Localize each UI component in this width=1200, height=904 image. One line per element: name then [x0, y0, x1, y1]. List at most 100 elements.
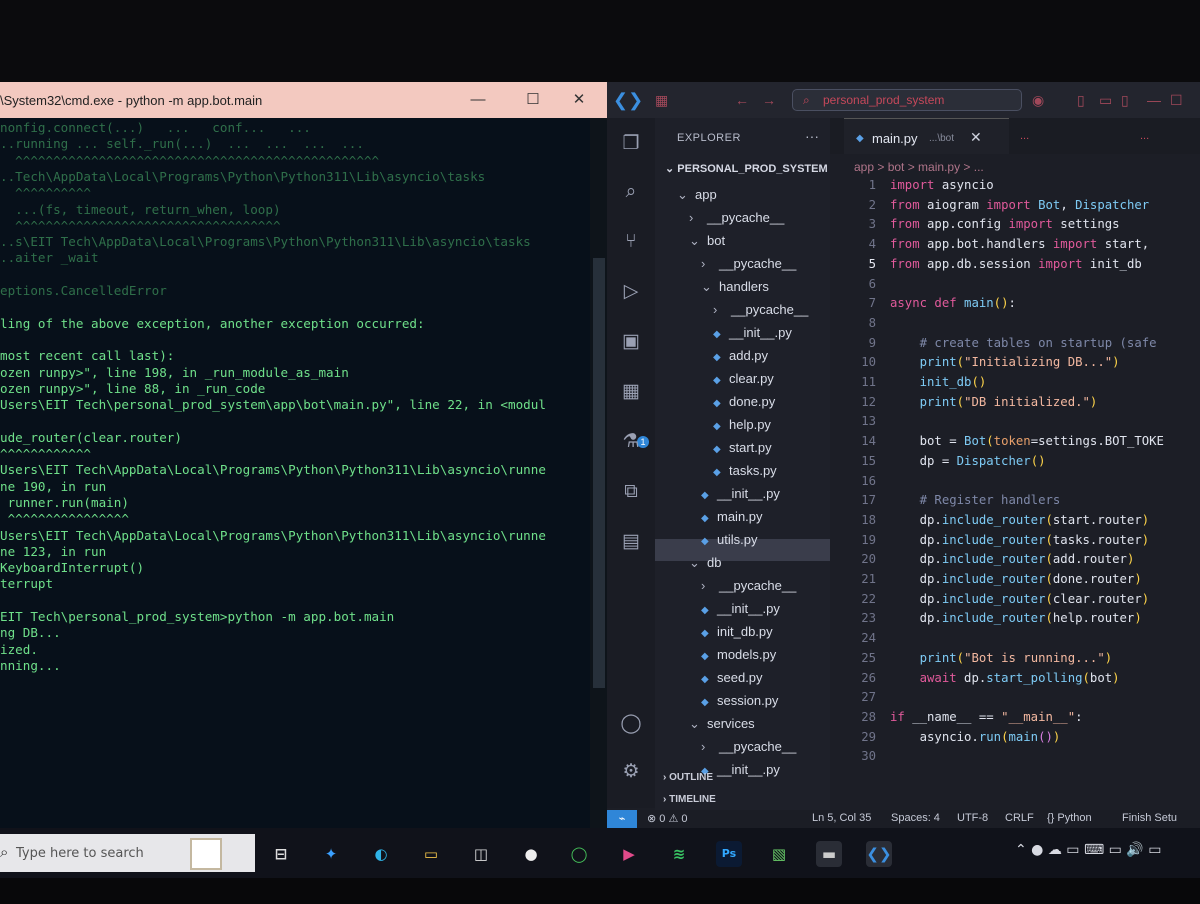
- language-mode[interactable]: {} Python: [1047, 812, 1092, 824]
- tree-file-item[interactable]: ◆ __init__.py: [713, 325, 792, 340]
- tree-folder-item[interactable]: › __pycache__: [701, 578, 796, 593]
- cmd-output[interactable]: nonfig.connect(...) ... conf... ... ..run…: [0, 118, 590, 828]
- tree-file-item[interactable]: ◆ main.py: [701, 509, 763, 524]
- tree-file-item[interactable]: ◆ help.py: [713, 417, 771, 432]
- vscode-app-icon[interactable]: ❮❯: [866, 841, 892, 867]
- finish-setup-button[interactable]: Finish Setu: [1122, 812, 1177, 824]
- source-control-icon[interactable]: ⑂: [619, 230, 643, 254]
- system-tray[interactable]: ⌃ ● ☁ ▭ ⌨ ▭ 🔊 ▭: [1015, 842, 1161, 858]
- window-maximize-icon[interactable]: ☐: [1170, 92, 1183, 109]
- tree-file-item[interactable]: ◆ init_db.py: [701, 624, 773, 639]
- back-arrow-icon[interactable]: ←: [735, 92, 749, 108]
- code-token: ): [1141, 512, 1150, 527]
- copilot-icon[interactable]: ◉: [1032, 92, 1044, 109]
- cmd-titlebar[interactable]: \System32\cmd.exe - python -m app.bot.ma…: [0, 82, 607, 118]
- toggle-secondary-icon[interactable]: ▯: [1121, 92, 1129, 109]
- code-token: if: [890, 709, 913, 724]
- run-debug-icon[interactable]: ▷: [619, 280, 643, 304]
- account-icon[interactable]: ◯: [619, 712, 643, 736]
- cursor-position[interactable]: Ln 5, Col 35: [812, 812, 871, 824]
- tree-file-item[interactable]: ◆ clear.py: [713, 371, 774, 386]
- toggle-sidebar-icon[interactable]: ▯: [1077, 92, 1085, 109]
- edge-browser-icon[interactable]: ◐: [368, 841, 394, 867]
- tab-other[interactable]: ...: [1020, 130, 1029, 142]
- copilot-app-icon[interactable]: ✦: [318, 841, 344, 867]
- tree-folder-item[interactable]: › __pycache__: [701, 739, 796, 754]
- cmd-scrollbar-thumb[interactable]: [593, 258, 605, 688]
- tree-file-item[interactable]: ◆ tasks.py: [713, 463, 777, 478]
- code-token: clear.router: [1052, 591, 1142, 606]
- photoshop-icon[interactable]: Ps: [716, 841, 742, 867]
- github-icon[interactable]: ●: [518, 841, 544, 867]
- tree-folder-item[interactable]: › __pycache__: [689, 210, 784, 225]
- code-line: asyncio.run(main()): [890, 730, 1061, 744]
- close-button[interactable]: ✕: [566, 88, 592, 112]
- tree-file-item[interactable]: ◆ start.py: [713, 440, 772, 455]
- tree-file-item[interactable]: ◆ session.py: [701, 693, 778, 708]
- extensions-icon[interactable]: ▦: [619, 380, 643, 404]
- tree-file-item[interactable]: ◆ __init__.py: [701, 486, 780, 501]
- search-icon[interactable]: ⌕: [619, 180, 643, 204]
- testing-icon[interactable]: ⚗: [619, 430, 643, 454]
- vscode-window[interactable]: ❮❯ ▦ ← → ⌕ personal_prod_system ◉ ▯ ▭ ▯ …: [607, 82, 1200, 828]
- encoding-status[interactable]: UTF-8: [957, 812, 988, 824]
- tree-folder-item[interactable]: › __pycache__: [713, 302, 808, 317]
- project-manager-icon[interactable]: ⧉: [619, 480, 643, 504]
- tree-file-item[interactable]: ◆ utils.py: [701, 532, 757, 547]
- spotify-icon[interactable]: ≋: [666, 841, 692, 867]
- tree-file-item[interactable]: ◆ done.py: [713, 394, 775, 409]
- windows-taskbar: ⌕ Type here to search ⊟ ✦ ◐ ▭ ◫ ● ◯ ▶ ≋ …: [0, 828, 1200, 878]
- timeline-section[interactable]: › TIMELINE: [663, 794, 716, 805]
- project-root[interactable]: ⌄ PERSONAL_PROD_SYSTEM: [665, 162, 828, 175]
- taskbar-search[interactable]: ⌕ Type here to search: [0, 834, 255, 872]
- tree-folder-item[interactable]: ⌄ db: [689, 555, 721, 571]
- whatsapp-icon[interactable]: ◯: [566, 841, 592, 867]
- maximize-button[interactable]: ☐: [520, 88, 546, 112]
- task-view-icon[interactable]: ⊟: [268, 841, 294, 867]
- minimize-button[interactable]: —: [465, 88, 491, 112]
- tree-file-item[interactable]: ◆ models.py: [701, 647, 776, 662]
- tree-folder-item[interactable]: ⌄ services: [689, 716, 755, 732]
- cmd-window[interactable]: \System32\cmd.exe - python -m app.bot.ma…: [0, 82, 607, 828]
- cmd-scrollbar[interactable]: [590, 118, 607, 828]
- code-line: dp = Dispatcher(): [890, 454, 1046, 468]
- layout-icon[interactable]: ▦: [655, 92, 668, 109]
- files-icon[interactable]: ❐: [619, 132, 643, 156]
- cmd-output-line: Users\EIT Tech\AppData\Local\Programs\Py…: [0, 462, 546, 478]
- tab-close-icon[interactable]: ✕: [970, 129, 982, 146]
- outline-section[interactable]: › OUTLINE: [663, 772, 713, 783]
- tree-folder-item[interactable]: › __pycache__: [701, 256, 796, 271]
- more-actions-icon[interactable]: ···: [805, 128, 819, 144]
- line-number: 27: [861, 690, 876, 705]
- editor-area[interactable]: ◆ main.py ...\bot ✕ ... ... app > bot > …: [830, 118, 1200, 818]
- tree-folder-item[interactable]: ⌄ bot: [689, 233, 725, 249]
- problems-status[interactable]: ⊗ 0 ⚠ 0: [647, 812, 687, 825]
- media-player-icon[interactable]: ▶: [616, 841, 642, 867]
- forward-arrow-icon[interactable]: →: [762, 92, 776, 108]
- tree-folder-item[interactable]: ⌄ app: [677, 187, 717, 203]
- tree-file-item[interactable]: ◆ add.py: [713, 348, 768, 363]
- cmd-app-icon[interactable]: ▬: [816, 841, 842, 867]
- command-center-search[interactable]: ⌕ personal_prod_system: [792, 89, 1022, 111]
- code-token: Dispatcher: [956, 453, 1031, 468]
- tree-file-item[interactable]: ◆ seed.py: [701, 670, 763, 685]
- breadcrumb[interactable]: app > bot > main.py > ...: [854, 160, 984, 174]
- toggle-panel-icon[interactable]: ▭: [1099, 92, 1112, 109]
- code-token: done.router: [1052, 572, 1135, 586]
- gallery-app-icon[interactable]: ▧: [766, 841, 792, 867]
- indentation-status[interactable]: Spaces: 4: [891, 812, 940, 824]
- window-minimize-icon[interactable]: —: [1147, 92, 1161, 108]
- settings-gear-icon[interactable]: ⚙: [619, 760, 643, 784]
- tab-other[interactable]: ...: [1140, 130, 1149, 142]
- tree-folder-item[interactable]: ⌄ handlers: [701, 279, 769, 295]
- remote-indicator-icon[interactable]: ⌁: [607, 810, 637, 828]
- explorer-title: EXPLORER: [677, 132, 741, 144]
- file-explorer-icon[interactable]: ▭: [418, 841, 444, 867]
- tab-main-py[interactable]: ◆ main.py ...\bot ✕: [844, 118, 1009, 154]
- code-editor[interactable]: 1 import asyncio 2 from aiogram import Bot,…: [830, 176, 1200, 816]
- store-icon[interactable]: ◫: [468, 841, 494, 867]
- docker-icon[interactable]: ▤: [619, 530, 643, 554]
- remote-explorer-icon[interactable]: ▣: [619, 330, 643, 354]
- tree-file-item[interactable]: ◆ __init__.py: [701, 601, 780, 616]
- eol-status[interactable]: CRLF: [1005, 812, 1034, 824]
